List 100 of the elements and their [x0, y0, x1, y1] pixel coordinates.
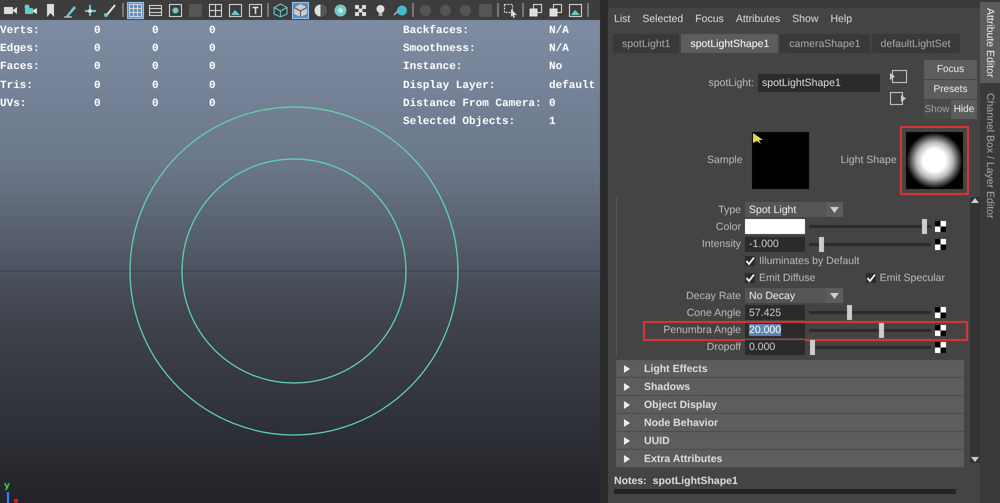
info-value: 0: [549, 96, 557, 112]
checkmark-icon: [745, 273, 755, 284]
node-name-field[interactable]: spotLightShape1: [758, 74, 880, 92]
toolbar-button[interactable]: [247, 2, 264, 18]
map-texture-icon[interactable]: [935, 238, 946, 250]
value-field[interactable]: -1.000: [745, 236, 805, 252]
toolbar-button[interactable]: [207, 2, 224, 18]
square-icon: [478, 2, 493, 18]
menu-item[interactable]: List: [614, 13, 630, 29]
side-tab[interactable]: Attribute Editor: [980, 2, 1000, 84]
color-swatch[interactable]: [745, 219, 805, 234]
attribute-label: Dropoff: [706, 341, 741, 354]
light-pin-icon: [752, 132, 764, 144]
stat-value: 0: [209, 24, 217, 39]
node-type-label: spotLight:: [708, 76, 754, 91]
section-header[interactable]: Node Behavior: [616, 414, 964, 432]
info-label: Smoothness:: [403, 42, 477, 58]
light-shape-preview: [906, 132, 963, 188]
attribute-label: Color: [714, 220, 741, 233]
toolbar-button[interactable]: [502, 2, 519, 18]
sample-swatch[interactable]: [752, 132, 809, 188]
scroll-up-icon[interactable]: [971, 197, 979, 203]
axis-gizmo: y: [3, 481, 19, 503]
attribute-label: Type: [717, 204, 741, 216]
menu-item[interactable]: Help: [830, 13, 852, 29]
toolbar-button[interactable]: [567, 2, 584, 18]
image-icon: [228, 2, 243, 18]
scrollbar[interactable]: [970, 197, 980, 463]
stat-value: 0: [94, 78, 102, 94]
value-field[interactable]: 20.000: [745, 322, 805, 338]
value-field[interactable]: 0.000: [745, 340, 805, 355]
section-header[interactable]: Extra Attributes: [616, 450, 964, 468]
circle-icon: [458, 2, 473, 18]
grid-icon: [128, 2, 143, 18]
slider-handle[interactable]: [818, 236, 824, 252]
stat-value: 0: [94, 24, 102, 39]
map-texture-icon[interactable]: [935, 307, 946, 318]
swatch-label: Light Shape: [840, 154, 897, 166]
section-header[interactable]: UUID: [616, 432, 964, 450]
image-icon: [568, 2, 583, 18]
scroll-down-icon[interactable]: [971, 457, 979, 463]
square-icon: [188, 2, 203, 18]
stat-value: 0: [94, 96, 102, 112]
menu-item[interactable]: Attributes: [736, 13, 780, 29]
swatch-label: Sample: [707, 154, 743, 166]
toolbar-button[interactable]: [272, 2, 289, 18]
map-texture-icon[interactable]: [935, 221, 946, 232]
info-label: Distance From Camera:: [403, 96, 543, 112]
stat-value: 0: [209, 42, 217, 58]
move-icon: [83, 2, 98, 18]
value-field[interactable]: 57.425: [745, 305, 805, 320]
caret-right-icon: [624, 436, 630, 444]
stat-value: 0: [152, 24, 160, 39]
stat-label: Tris:: [0, 78, 34, 94]
menu-item[interactable]: Focus: [695, 13, 724, 29]
checkbox[interactable]: Emit Specular: [866, 272, 945, 284]
stat-value: 0: [209, 60, 217, 76]
checkbox[interactable]: Emit Diffuse: [745, 272, 816, 284]
caret-icon: [830, 206, 839, 213]
caret-right-icon: [624, 382, 630, 390]
menu-item[interactable]: Selected: [642, 13, 684, 29]
node-tab[interactable]: defaultLightSet: [872, 34, 960, 53]
node-tab[interactable]: cameraShape1: [780, 34, 870, 53]
slider-handle[interactable]: [810, 340, 814, 355]
stat-value: 0: [152, 42, 160, 58]
panel-button[interactable]: Presets: [924, 80, 977, 99]
checkbox[interactable]: Illuminates by Default: [745, 255, 860, 268]
toolbar-button[interactable]: [227, 2, 244, 18]
panel-button[interactable]: Focus: [924, 60, 977, 79]
quad-view-icon: [208, 2, 223, 18]
circle-icon: [418, 2, 433, 18]
slider-handle[interactable]: [879, 322, 884, 338]
node-tab[interactable]: spotLightShape1: [681, 34, 778, 53]
panel-button[interactable]: Hide: [951, 100, 977, 119]
node-tab[interactable]: spotLight1: [613, 34, 680, 53]
stat-label: Verts:: [0, 24, 41, 39]
select-arrow-icon: [503, 2, 518, 18]
sphere-icon: [393, 2, 408, 18]
stat-value: 0: [94, 42, 102, 58]
input-connection-icon[interactable]: [889, 68, 907, 85]
map-texture-icon[interactable]: [935, 342, 946, 353]
slider-handle[interactable]: [846, 305, 852, 320]
stat-label: UVs:: [0, 96, 28, 112]
section-header[interactable]: Light Effects: [616, 360, 964, 378]
caret-right-icon: [624, 400, 630, 408]
map-texture-icon[interactable]: [935, 324, 946, 336]
brush-icon: [103, 2, 118, 18]
stat-value: 0: [152, 60, 160, 76]
output-connection-icon[interactable]: [889, 90, 907, 107]
section-header[interactable]: Shadows: [616, 378, 964, 396]
section-header[interactable]: Object Display: [616, 396, 964, 414]
toolbar-button[interactable]: [547, 2, 564, 18]
toolbar-button[interactable]: [167, 2, 184, 18]
wireframe-cube-icon: [273, 2, 288, 18]
info-value: N/A: [549, 42, 570, 58]
slider-handle[interactable]: [922, 219, 928, 234]
checker-icon: [353, 2, 368, 18]
menu-item[interactable]: Show: [792, 13, 818, 29]
stat-value: 0: [209, 96, 217, 112]
toolbar-button[interactable]: [527, 2, 544, 18]
